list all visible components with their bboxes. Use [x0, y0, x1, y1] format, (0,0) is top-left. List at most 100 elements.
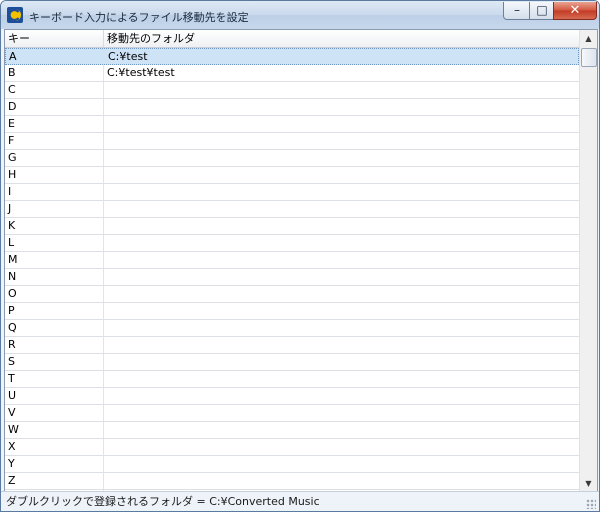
key-cell: G — [8, 151, 17, 164]
table-row[interactable]: J — [5, 201, 579, 218]
folder-cell — [107, 303, 577, 319]
table-row[interactable]: C — [5, 82, 579, 99]
scroll-up-button[interactable]: ▲ — [580, 30, 597, 47]
app-icon[interactable] — [7, 7, 23, 23]
arrow-down-icon: ▼ — [585, 479, 592, 488]
folder-cell — [107, 133, 577, 149]
folder-cell — [107, 456, 577, 472]
key-cell: I — [8, 185, 12, 198]
folder-cell — [107, 371, 577, 387]
folder-cell — [107, 116, 577, 132]
table-row[interactable]: O — [5, 286, 579, 303]
key-cell: W — [8, 423, 19, 436]
table-row[interactable]: U — [5, 388, 579, 405]
column-header-key[interactable]: キー — [5, 30, 104, 47]
folder-cell — [107, 201, 577, 217]
maximize-icon: □ — [536, 3, 548, 17]
key-cell: L — [8, 236, 15, 249]
table-row[interactable]: P — [5, 303, 579, 320]
key-cell: Z — [8, 474, 16, 487]
window-title: キーボード入力によるファイル移動先を設定 — [29, 11, 249, 24]
key-cell: Y — [8, 457, 15, 470]
folder-cell — [107, 337, 577, 353]
key-cell: M — [8, 253, 18, 266]
scroll-down-button[interactable]: ▼ — [580, 475, 597, 492]
key-cell: P — [8, 304, 15, 317]
key-cell: D — [8, 100, 17, 113]
key-cell: A — [9, 50, 17, 63]
table-row[interactable]: Q — [5, 320, 579, 337]
table-row[interactable]: B C:¥test¥test — [5, 65, 579, 82]
key-cell: O — [8, 287, 17, 300]
key-cell: E — [8, 117, 15, 130]
folder-cell: C:¥test — [108, 50, 148, 63]
key-cell: X — [8, 440, 16, 453]
column-header-folder[interactable]: 移動先のフォルダ — [104, 30, 579, 47]
table-row[interactable]: Z — [5, 473, 579, 490]
folder-cell — [107, 320, 577, 336]
key-cell: R — [8, 338, 16, 351]
key-cell: J — [8, 202, 12, 215]
folder-cell — [107, 439, 577, 455]
folder-cell — [107, 184, 577, 200]
table-row[interactable]: S — [5, 354, 579, 371]
key-cell: S — [8, 355, 15, 368]
list-rows: A C:¥test B C:¥test¥test C D E F G H I J K L M N O P Q R S T U… — [5, 48, 579, 492]
title-bar[interactable]: キーボード入力によるファイル移動先を設定 – □ ✕ — [1, 1, 599, 29]
vertical-scrollbar[interactable]: ▲ ▼ — [579, 30, 597, 492]
folder-cell — [107, 82, 577, 98]
folder-cell — [107, 235, 577, 251]
table-row[interactable]: H — [5, 167, 579, 184]
table-row[interactable]: K — [5, 218, 579, 235]
scroll-thumb[interactable] — [581, 48, 597, 67]
close-icon: ✕ — [569, 3, 581, 18]
folder-cell — [107, 167, 577, 183]
table-row[interactable]: D — [5, 99, 579, 116]
folder-cell — [107, 388, 577, 404]
minimize-button[interactable]: – — [503, 2, 531, 20]
folder-cell — [107, 473, 577, 489]
key-cell: B — [8, 66, 16, 79]
table-row[interactable]: A C:¥test — [5, 48, 579, 65]
close-button[interactable]: ✕ — [553, 2, 597, 20]
table-row[interactable]: Y — [5, 456, 579, 473]
key-cell: T — [8, 372, 15, 385]
table-row[interactable]: E — [5, 116, 579, 133]
table-row[interactable]: G — [5, 150, 579, 167]
folder-cell — [107, 269, 577, 285]
minimize-icon: – — [514, 3, 520, 17]
list-header: キー 移動先のフォルダ — [5, 30, 579, 48]
table-row[interactable]: F — [5, 133, 579, 150]
key-cell: Q — [8, 321, 17, 334]
folder-list-view[interactable]: キー 移動先のフォルダ A C:¥test B C:¥test¥test C D E F G H I… — [4, 29, 598, 493]
table-row[interactable]: T — [5, 371, 579, 388]
folder-cell — [107, 150, 577, 166]
maximize-button[interactable]: □ — [529, 2, 555, 20]
table-row[interactable]: N — [5, 269, 579, 286]
table-row[interactable]: V — [5, 405, 579, 422]
folder-cell — [107, 422, 577, 438]
folder-cell — [107, 252, 577, 268]
main-window: キーボード入力によるファイル移動先を設定 – □ ✕ キー 移動先のフォルダ A… — [0, 0, 600, 512]
status-text: ダブルクリックで登録されるフォルダ = C:¥Converted Music — [6, 495, 320, 508]
key-cell: F — [8, 134, 15, 147]
table-row[interactable]: I — [5, 184, 579, 201]
folder-cell — [107, 218, 577, 234]
key-cell: V — [8, 406, 16, 419]
key-cell: C — [8, 83, 16, 96]
arrow-up-icon: ▲ — [585, 34, 592, 43]
key-cell: U — [8, 389, 17, 402]
status-bar: ダブルクリックで登録されるフォルダ = C:¥Converted Music — [1, 491, 599, 511]
folder-cell — [107, 354, 577, 370]
table-row[interactable]: M — [5, 252, 579, 269]
folder-cell — [107, 99, 577, 115]
folder-cell: C:¥test¥test — [107, 66, 175, 79]
table-row[interactable]: W — [5, 422, 579, 439]
table-row[interactable]: X — [5, 439, 579, 456]
resize-grip-icon[interactable] — [586, 499, 596, 509]
key-cell: H — [8, 168, 17, 181]
folder-cell — [107, 286, 577, 302]
table-row[interactable]: L — [5, 235, 579, 252]
key-cell: K — [8, 219, 16, 232]
table-row[interactable]: R — [5, 337, 579, 354]
